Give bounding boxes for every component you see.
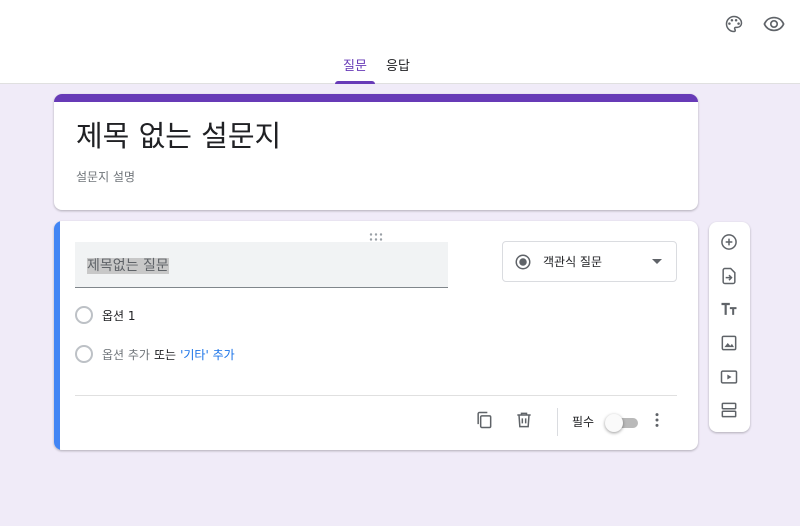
or-text: 또는 [153,347,177,362]
copy-icon[interactable] [472,408,496,432]
form-title[interactable]: 제목 없는 설문지 [76,118,281,154]
radio-button-icon [515,254,531,269]
title-card-accent [54,94,698,102]
add-option-input[interactable]: 옵션 추가 [102,346,150,363]
add-option-row: 옵션 추가 또는 '기타' 추가 [75,344,235,364]
question-card[interactable]: 제목없는 질문 객관식 질문 옵션 1 옵션 추가 또는 '기타' 추가 필수 [54,221,698,450]
palette-icon[interactable] [722,12,746,36]
title-icon[interactable] [717,297,741,321]
form-title-card[interactable]: 제목 없는 설문지 설문지 설명 [54,94,698,210]
add-option-radio-icon [75,345,93,363]
required-toggle[interactable] [605,414,639,432]
question-active-indicator [54,221,60,450]
top-bar: 질문 응답 [0,0,800,84]
eye-icon[interactable] [762,12,786,36]
tab-indicator [335,81,375,84]
tab-questions[interactable]: 질문 [335,55,375,84]
import-icon[interactable] [717,264,741,288]
video-icon[interactable] [717,365,741,389]
image-icon[interactable] [717,331,741,355]
trash-icon[interactable] [512,408,536,432]
option-radio-icon [75,306,93,324]
footer-divider [75,395,677,396]
required-label: 필수 [572,415,595,429]
tab-responses-label: 응답 [386,59,410,74]
more-vert-icon[interactable] [645,408,669,432]
drag-handle-icon[interactable] [368,227,384,241]
side-toolbar [709,222,750,432]
add-other-link[interactable]: '기타' 추가 [180,346,235,363]
tab-bar: 질문 응답 [0,55,800,84]
question-type-label: 객관식 질문 [543,255,603,269]
section-icon[interactable] [717,398,741,422]
form-description[interactable]: 설문지 설명 [76,168,135,185]
tab-questions-label: 질문 [343,59,367,74]
option-item: 옵션 1 [75,305,136,325]
option-label[interactable]: 옵션 1 [102,307,136,324]
toggle-thumb [605,414,623,432]
question-type-dropdown[interactable]: 객관식 질문 [502,241,677,282]
add-circle-icon[interactable] [717,230,741,254]
tab-responses[interactable]: 응답 [380,55,416,84]
question-title-value: 제목없는 질문 [87,258,169,274]
question-title-input[interactable]: 제목없는 질문 [75,242,448,288]
chevron-down-icon [652,259,662,264]
footer-vertical-divider [557,408,558,436]
